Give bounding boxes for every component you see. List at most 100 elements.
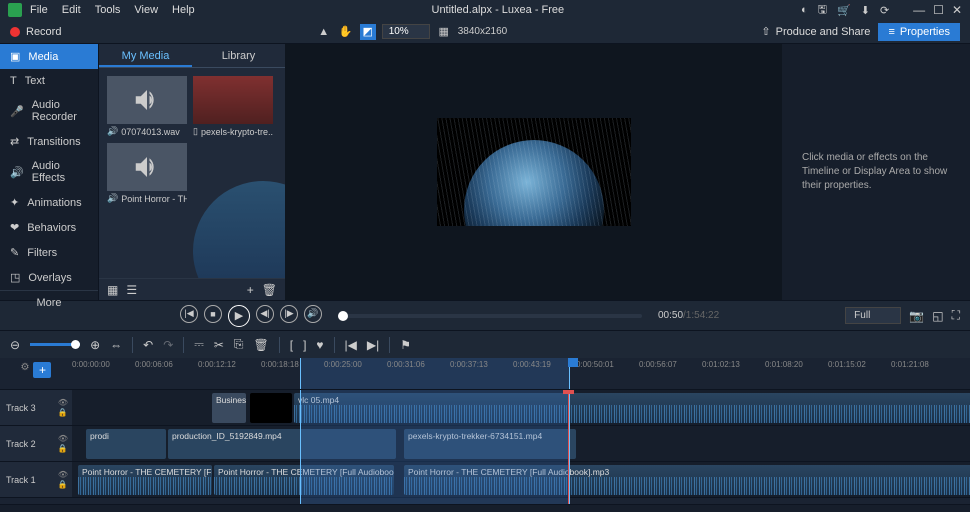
copy-button[interactable]: ⎘ [234, 337, 244, 352]
track-lock-icon[interactable]: 🔒 [58, 444, 68, 453]
download-icon[interactable]: ⬇ [861, 4, 870, 17]
clip[interactable] [250, 393, 292, 423]
produce-share-button[interactable]: ⇧ Produce and Share [761, 25, 870, 38]
playhead[interactable] [568, 390, 569, 504]
ruler-tick: 0:00:25:00 [324, 360, 362, 369]
save-icon[interactable]: 🖫 [818, 1, 827, 20]
add-media-button[interactable]: + [247, 283, 254, 297]
media-item[interactable]: 🔊Point Horror - TH... [107, 143, 187, 278]
mark-in-button[interactable]: [ [290, 338, 293, 352]
step-back-button[interactable]: ◀| [256, 305, 274, 323]
detach-preview-button[interactable]: ◱ [932, 309, 943, 323]
playhead-handle[interactable] [563, 390, 574, 394]
nav-item-text[interactable]: TText [0, 69, 98, 93]
track-header[interactable]: Track 2👁🔒 [0, 426, 72, 461]
canvas-size-icon[interactable]: ▦ [436, 24, 452, 40]
menu-edit[interactable]: Edit [62, 4, 81, 16]
magnet-button[interactable]: ⎓ [194, 337, 204, 352]
track-lock-icon[interactable]: 🔒 [58, 480, 68, 489]
track-body[interactable]: Point Horror - THE CEMETERY [Full Audiob… [72, 462, 970, 497]
zoom-out-button[interactable]: ⊖ [10, 338, 20, 352]
close-button[interactable]: ✕ [952, 3, 962, 17]
nav-item-overlays[interactable]: ◳Overlays [0, 265, 98, 290]
nav-item-audio-effects[interactable]: 🔊Audio Effects [0, 154, 98, 190]
goto-end-button[interactable]: ▶| [367, 338, 379, 352]
account-icon[interactable]: ◐ [801, 4, 808, 16]
fullscreen-button[interactable]: ⛶ [952, 308, 960, 323]
zoom-in-button[interactable]: ⊕ [90, 338, 100, 352]
tab-library[interactable]: Library [192, 44, 285, 67]
sync-icon[interactable]: ⟳ [880, 4, 889, 17]
track-lock-icon[interactable]: 🔒 [58, 408, 68, 417]
add-track-button[interactable]: + [33, 362, 51, 378]
properties-button[interactable]: ≡ Properties [878, 23, 960, 41]
timeline-options-icon[interactable]: ⚙ [21, 362, 30, 373]
zoom-slider-handle[interactable] [71, 340, 80, 349]
nav-item-filters[interactable]: ✎Filters [0, 240, 98, 265]
cart-icon[interactable]: 🛒 [837, 4, 851, 17]
track-header[interactable]: Track 1👁🔒 [0, 462, 72, 497]
menu-help[interactable]: Help [172, 4, 195, 16]
nav-item-animations[interactable]: ✦Animations [0, 190, 98, 215]
menu-file[interactable]: File [30, 4, 48, 16]
seek-handle[interactable] [338, 311, 348, 321]
delete-media-button[interactable]: 🗑 [262, 283, 277, 297]
time-ruler[interactable]: 0:00:00:000:00:06:060:00:12:120:00:18:18… [72, 358, 970, 389]
split-button[interactable]: ✂ [214, 338, 224, 352]
timeline-scrollbar[interactable] [0, 504, 970, 512]
clip[interactable]: prodi [86, 429, 166, 459]
clip[interactable]: Point Horror - THE CEMETERY [Full Audiob… [404, 465, 970, 495]
prev-frame-button[interactable]: |◀ [180, 305, 198, 323]
nav-item-behaviors[interactable]: ❤Behaviors [0, 215, 98, 240]
fit-timeline-button[interactable]: ⇔ [110, 338, 122, 352]
grid-view-icon[interactable]: ▦ [107, 283, 118, 297]
clip[interactable]: Point Horror - THE CEMETERY [Full Audiob… [78, 465, 212, 495]
track-body[interactable]: Business vlc 05.mp4 [72, 390, 970, 425]
media-item[interactable]: 🔊07074013.wav [107, 76, 187, 137]
media-item[interactable]: ▯production ID_5... [193, 143, 273, 278]
undo-button[interactable]: ↶ [143, 338, 153, 352]
stop-button[interactable]: ■ [204, 305, 222, 323]
menu-view[interactable]: View [134, 4, 158, 16]
nav-item-audio-recorder[interactable]: 🎤Audio Recorder [0, 93, 98, 129]
preview-quality-select[interactable]: Full [845, 307, 901, 324]
mark-out-button[interactable]: ] [303, 338, 306, 352]
volume-button[interactable]: 🔊 [304, 305, 322, 323]
zoom-slider[interactable] [30, 343, 80, 346]
clip[interactable]: production_ID_5192849.mp4 [168, 429, 396, 459]
preview-canvas[interactable] [437, 118, 631, 226]
nav-item-transitions[interactable]: ⇄Transitions [0, 129, 98, 154]
clip[interactable]: Business [212, 393, 246, 423]
nav-more[interactable]: More [0, 290, 98, 315]
record-button[interactable]: Record [10, 26, 61, 38]
marker-button[interactable]: ♥ [316, 338, 323, 352]
zoom-select[interactable]: 10% [382, 24, 430, 39]
delete-button[interactable]: 🗑 [254, 338, 269, 352]
redo-button[interactable]: ↷ [163, 338, 173, 352]
track-visible-icon[interactable]: 👁 [58, 434, 68, 443]
step-fwd-button[interactable]: |▶ [280, 305, 298, 323]
play-button[interactable]: ▶ [228, 305, 250, 327]
tab-my-media[interactable]: My Media [99, 44, 192, 67]
pointer-tool[interactable]: ▲ [316, 24, 332, 40]
crop-tool[interactable]: ◩ [360, 24, 376, 40]
nav-item-media[interactable]: ▣Media [0, 44, 98, 69]
clip[interactable]: pexels-krypto-trekker-6734151.mp4 [404, 429, 576, 459]
clip[interactable]: Point Horror - THE CEMETERY [Full Audiob… [214, 465, 394, 495]
track-visible-icon[interactable]: 👁 [58, 398, 68, 407]
track-visible-icon[interactable]: 👁 [58, 470, 68, 479]
minimize-button[interactable]: — [913, 3, 925, 17]
track-header[interactable]: Track 3👁🔒 [0, 390, 72, 425]
goto-start-button[interactable]: |◀ [345, 338, 357, 352]
bookmark-button[interactable]: ⚑ [400, 338, 411, 352]
track-body[interactable]: prodiproduction_ID_5192849.mp4 pexels-kry… [72, 426, 970, 461]
snapshot-button[interactable]: 📷 [909, 309, 924, 323]
maximize-button[interactable]: ☐ [933, 3, 944, 17]
hand-tool[interactable]: ✋ [338, 24, 354, 40]
list-view-icon[interactable]: ☰ [126, 283, 137, 297]
media-item[interactable]: ▯pexels-krypto-tre... [193, 76, 273, 137]
clip[interactable]: vlc 05.mp4 [294, 393, 970, 423]
seek-bar[interactable] [338, 314, 642, 318]
preview-area[interactable] [285, 44, 782, 300]
menu-tools[interactable]: Tools [95, 4, 121, 16]
